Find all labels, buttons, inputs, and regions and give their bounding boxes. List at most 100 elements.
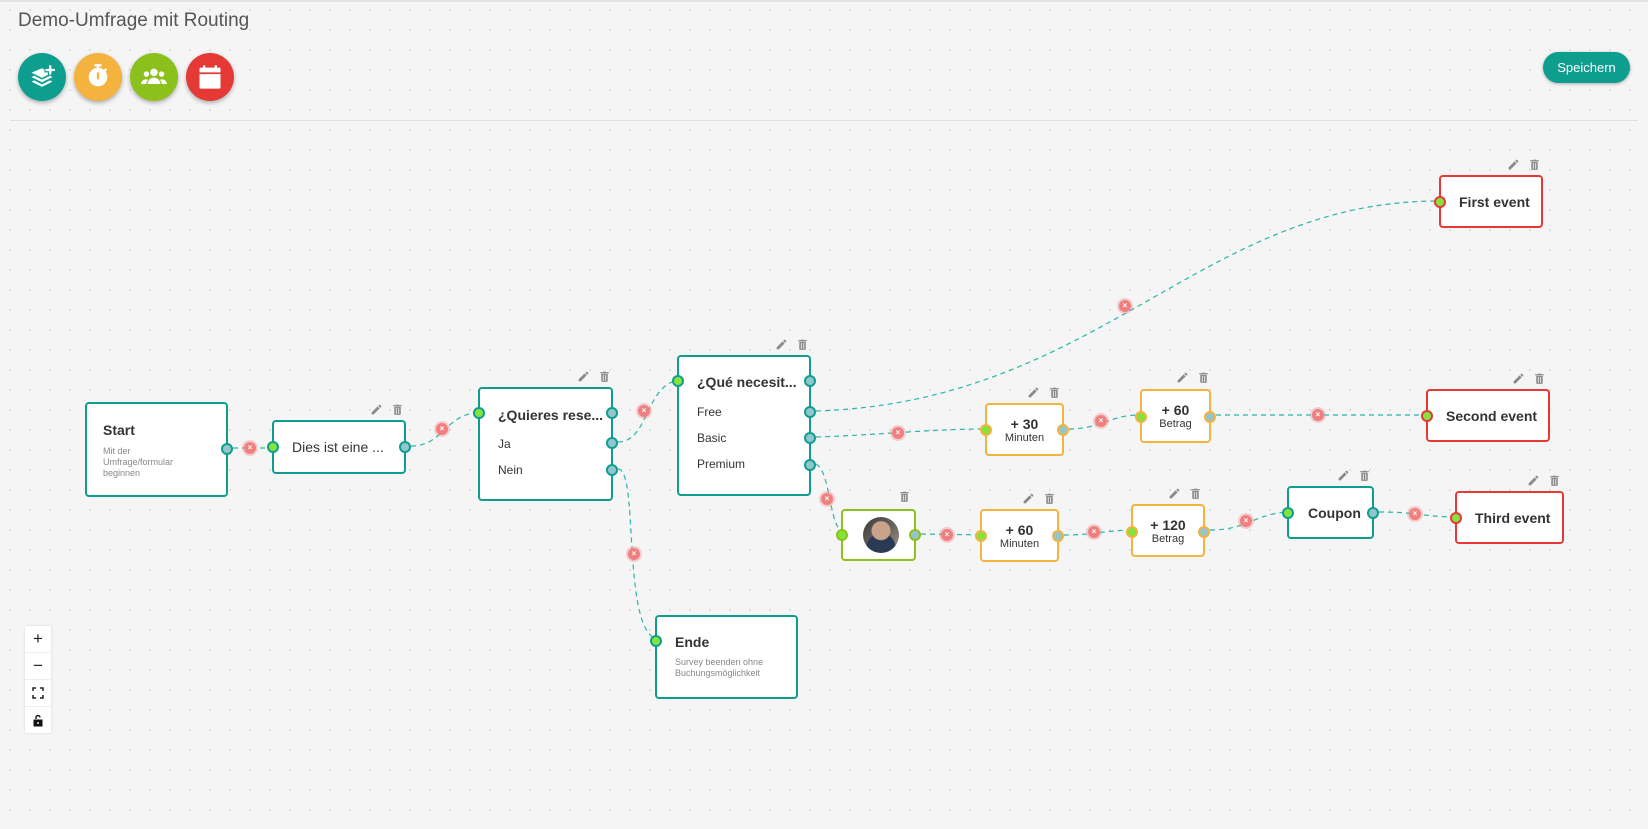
pencil-icon[interactable]	[1022, 492, 1035, 505]
add-event-button[interactable]	[186, 53, 234, 101]
node-intro[interactable]: Dies ist eine ...	[267, 420, 411, 474]
edge-delete-button[interactable]: ×	[1409, 508, 1421, 520]
pencil-icon[interactable]	[370, 403, 383, 416]
option-port[interactable]	[804, 459, 816, 471]
edge-q1ja-q2	[617, 379, 684, 443]
edge-delete-button[interactable]: ×	[892, 427, 904, 439]
node-tools	[775, 338, 809, 351]
node-start[interactable]: Start Mit der Umfrage/formular beginnen	[85, 402, 233, 497]
edge-delete-button[interactable]: ×	[244, 442, 256, 454]
zoom-out-button[interactable]: −	[25, 653, 51, 680]
node-tools	[1527, 474, 1561, 487]
node-coupon[interactable]: Coupon	[1282, 486, 1379, 539]
output-port[interactable]	[221, 443, 233, 455]
layers-plus-icon	[31, 65, 55, 87]
node-duration-30[interactable]: + 30 Minuten	[980, 403, 1069, 456]
node-event-first[interactable]: First event	[1434, 175, 1543, 228]
duration-value: + 30	[1010, 416, 1039, 432]
input-port[interactable]	[1450, 512, 1462, 524]
trash-icon[interactable]	[1197, 371, 1210, 384]
save-button[interactable]: Speichern	[1543, 52, 1630, 83]
option-port[interactable]	[606, 437, 618, 449]
output-port[interactable]	[399, 441, 411, 453]
output-port[interactable]	[1367, 507, 1379, 519]
canvas-controls: + −	[25, 626, 51, 733]
edge-delete-button[interactable]: ×	[941, 529, 953, 541]
trash-icon[interactable]	[1528, 158, 1541, 171]
option-label: Free	[697, 405, 722, 419]
node-tools	[1507, 158, 1541, 171]
node-title: Start	[103, 422, 135, 438]
pencil-icon[interactable]	[577, 370, 590, 383]
edge-delete-button[interactable]: ×	[1312, 409, 1324, 421]
fit-view-button[interactable]	[25, 680, 51, 707]
input-port[interactable]	[473, 407, 485, 419]
pencil-icon[interactable]	[1507, 158, 1520, 171]
node-event-second[interactable]: Second event	[1421, 389, 1550, 442]
pencil-icon[interactable]	[1337, 469, 1350, 482]
node-end[interactable]: Ende Survey beenden ohne Buchungsmöglich…	[650, 615, 798, 699]
trash-icon[interactable]	[1533, 372, 1546, 385]
output-port[interactable]	[1198, 526, 1210, 538]
node-title: First event	[1459, 194, 1530, 210]
pencil-icon[interactable]	[1168, 487, 1181, 500]
zoom-in-button[interactable]: +	[25, 626, 51, 653]
input-port[interactable]	[1434, 196, 1446, 208]
edge-delete-button[interactable]: ×	[1088, 526, 1100, 538]
trash-icon[interactable]	[1548, 474, 1561, 487]
option-label: Premium	[697, 457, 746, 471]
input-port[interactable]	[1421, 410, 1433, 422]
option-label: Nein	[498, 463, 523, 477]
pencil-icon[interactable]	[775, 338, 788, 351]
add-duration-button[interactable]	[74, 53, 122, 101]
node-amount-120[interactable]: + 120 Betrag	[1126, 504, 1210, 557]
trash-icon[interactable]	[1189, 487, 1202, 500]
input-port[interactable]	[267, 441, 279, 453]
node-amount-60[interactable]: + 60 Betrag	[1135, 389, 1216, 443]
edge-delete-button[interactable]: ×	[821, 493, 833, 505]
input-port[interactable]	[650, 635, 662, 647]
node-tools	[1176, 371, 1210, 384]
node-question-reserve[interactable]: ¿Quieres rese... Ja Nein	[473, 387, 618, 501]
output-port[interactable]	[1204, 411, 1216, 423]
option-port[interactable]	[804, 432, 816, 444]
add-question-button[interactable]	[18, 53, 66, 101]
edge-delete-button[interactable]: ×	[1119, 300, 1131, 312]
stopwatch-icon	[88, 64, 108, 87]
output-port[interactable]	[909, 529, 921, 541]
option-label: Ja	[498, 437, 511, 451]
output-port[interactable]	[804, 375, 816, 387]
node-event-third[interactable]: Third event	[1450, 491, 1564, 544]
add-staff-button[interactable]	[130, 53, 178, 101]
trash-icon[interactable]	[391, 403, 404, 416]
edge-delete-button[interactable]: ×	[628, 548, 640, 560]
pencil-icon[interactable]	[1027, 386, 1040, 399]
pencil-icon[interactable]	[1527, 474, 1540, 487]
lock-button[interactable]	[25, 707, 51, 733]
node-staff[interactable]	[836, 509, 921, 561]
input-port[interactable]	[1282, 507, 1294, 519]
edge-delete-button[interactable]: ×	[1095, 415, 1107, 427]
option-port[interactable]	[804, 406, 816, 418]
output-port[interactable]	[1052, 530, 1064, 542]
edge-delete-button[interactable]: ×	[1240, 515, 1252, 527]
trash-icon[interactable]	[796, 338, 809, 351]
trash-icon[interactable]	[598, 370, 611, 383]
edge-delete-button[interactable]: ×	[436, 423, 448, 435]
trash-icon[interactable]	[1048, 386, 1061, 399]
node-title: ¿Quieres rese...	[498, 407, 604, 423]
trash-icon[interactable]	[1358, 469, 1371, 482]
node-duration-60[interactable]: + 60 Minuten	[975, 509, 1064, 562]
edge-delete-button[interactable]: ×	[638, 405, 650, 417]
duration-unit: Minuten	[999, 538, 1040, 550]
input-port[interactable]	[672, 375, 684, 387]
output-port[interactable]	[606, 407, 618, 419]
option-port[interactable]	[606, 464, 618, 476]
trash-icon[interactable]	[898, 490, 911, 503]
input-port[interactable]	[836, 529, 848, 541]
output-port[interactable]	[1057, 424, 1069, 436]
pencil-icon[interactable]	[1512, 372, 1525, 385]
node-question-plan[interactable]: ¿Qué necesit... Free Basic Premium	[672, 355, 816, 496]
trash-icon[interactable]	[1043, 492, 1056, 505]
pencil-icon[interactable]	[1176, 371, 1189, 384]
